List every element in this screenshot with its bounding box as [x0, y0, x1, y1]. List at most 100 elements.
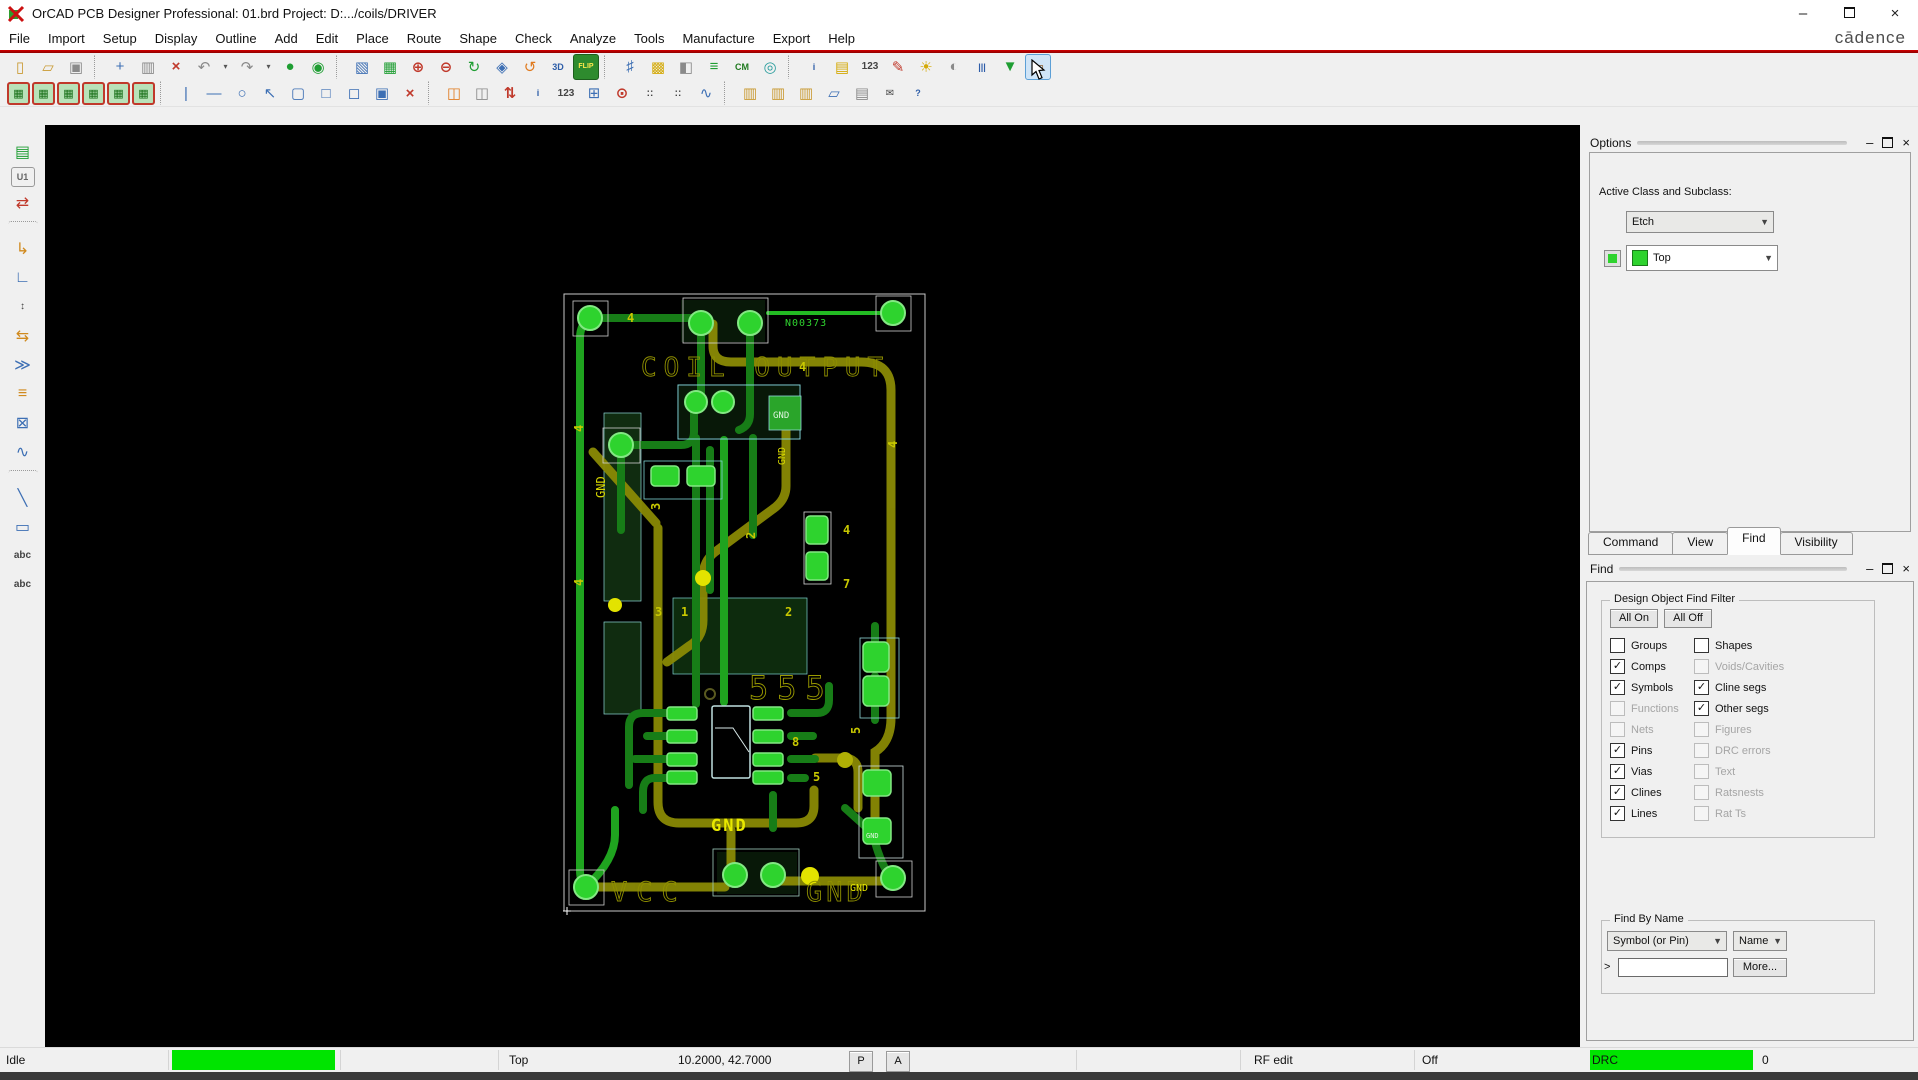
route-connect-button[interactable]: ↳	[9, 235, 37, 262]
add-rect-button[interactable]: □	[313, 80, 339, 106]
show-measure-button[interactable]: i	[525, 80, 551, 106]
filter-funnel-button[interactable]: ▼	[997, 54, 1023, 80]
world-view-button[interactable]: ◎	[757, 54, 783, 80]
minimize-button[interactable]: –	[1780, 0, 1826, 28]
grid-toggle-button[interactable]: ♯	[617, 54, 643, 80]
filter-checkbox-row[interactable]: Groups	[1610, 635, 1679, 656]
filter-checkbox-row[interactable]: ✓ Symbols	[1610, 677, 1679, 698]
checkbox[interactable]: ✓	[1610, 659, 1625, 674]
subclass-combobox[interactable]: Top ▼	[1626, 245, 1778, 271]
pad-edit-button[interactable]: ◫	[469, 80, 495, 106]
meander-button[interactable]: ∿	[9, 438, 37, 465]
filter-checkbox-row[interactable]: ✓ Other segs	[1694, 698, 1784, 719]
array-dots-button[interactable]: ::	[637, 80, 663, 106]
all-off-button[interactable]: All Off	[1664, 609, 1712, 628]
pcb-board[interactable]: N00373 COIL OUTPUT 555 VCC GND GND GND G…	[563, 290, 928, 918]
checkbox[interactable]	[1694, 659, 1709, 674]
menu-item[interactable]: Export	[764, 28, 820, 49]
menu-item[interactable]: Setup	[94, 28, 146, 49]
a-button[interactable]: A	[886, 1051, 910, 1072]
checkbox[interactable]: ✓	[1610, 806, 1625, 821]
shape-edit-button[interactable]: ▦	[32, 81, 55, 105]
menu-item[interactable]: Import	[39, 28, 94, 49]
options-close-button[interactable]: ×	[1902, 136, 1910, 149]
menu-item[interactable]: Analyze	[561, 28, 625, 49]
find-close-button[interactable]: ×	[1902, 562, 1910, 575]
options-restore-button[interactable]	[1882, 137, 1894, 149]
measure-button[interactable]: 123	[857, 54, 883, 80]
cm-table-button[interactable]: CM	[729, 54, 755, 80]
zoom-grid-button[interactable]: ▦	[377, 54, 403, 80]
pin-swap-button[interactable]: ⇆	[9, 322, 37, 349]
copy-window-button[interactable]: ▱	[821, 80, 847, 106]
design-canvas[interactable]: N00373 COIL OUTPUT 555 VCC GND GND GND G…	[45, 125, 1580, 1047]
shape-select-button[interactable]: ▦	[57, 81, 80, 105]
spread-button[interactable]: ⊠	[9, 409, 37, 436]
layer-select-button[interactable]: ≡	[701, 54, 727, 80]
options-minimize-button[interactable]: –	[1866, 136, 1873, 149]
element-info-button[interactable]: ▤	[829, 54, 855, 80]
fix-button[interactable]: ●	[277, 54, 303, 80]
checkbox[interactable]: ✓	[1694, 680, 1709, 695]
checkbox[interactable]	[1610, 722, 1625, 737]
redo-button[interactable]: ↷	[234, 54, 260, 80]
tab-command[interactable]: Command	[1588, 532, 1674, 555]
menu-item[interactable]: Add	[266, 28, 307, 49]
filter-checkbox-row[interactable]: Shapes	[1694, 635, 1784, 656]
subclass-visibility-toggle[interactable]	[1604, 250, 1621, 267]
class-combobox[interactable]: Etch ▼	[1626, 211, 1774, 233]
filter-checkbox-row[interactable]: ✓ Lines	[1610, 803, 1679, 824]
film-record-button[interactable]: ▤	[849, 80, 875, 106]
create-via-button[interactable]: ◫	[441, 80, 467, 106]
redo-dropdown[interactable]: ▾	[262, 54, 275, 80]
fanout-button[interactable]: ≫	[9, 351, 37, 378]
edit-text-button[interactable]: abc	[9, 571, 37, 598]
swap-component-button[interactable]: ⇄	[9, 189, 37, 216]
filter-checkbox-row[interactable]: ✓ Pins	[1610, 740, 1679, 761]
close-button[interactable]: ×	[1872, 0, 1918, 28]
show-element-button[interactable]: i	[801, 54, 827, 80]
assign-number-button[interactable]: 123	[553, 80, 579, 106]
shape-merge-button[interactable]: ▦	[132, 81, 155, 105]
undo-button[interactable]: ↶	[191, 54, 217, 80]
mail-report-button[interactable]: ✉	[877, 80, 903, 106]
view-3d-button[interactable]: 3D	[545, 54, 571, 80]
tab-view[interactable]: View	[1672, 532, 1729, 555]
filter-checkbox-row[interactable]: ✓ Clines	[1610, 782, 1679, 803]
save-button[interactable]: ▣	[63, 54, 89, 80]
checkbox[interactable]	[1694, 743, 1709, 758]
menu-item[interactable]: Check	[506, 28, 561, 49]
open-folder-button[interactable]: ▱	[35, 54, 61, 80]
shape-delete-button[interactable]: ▦	[82, 81, 105, 105]
signal-probe-button[interactable]: ∿	[693, 80, 719, 106]
add-filled-rect-button[interactable]: ▣	[369, 80, 395, 106]
menu-item[interactable]: File	[0, 28, 39, 49]
add-text-button[interactable]: abc	[9, 542, 37, 569]
xsection-button[interactable]: ◧	[673, 54, 699, 80]
zoom-out-button[interactable]: ⊖	[433, 54, 459, 80]
spacing-grid-button[interactable]: ⊞	[581, 80, 607, 106]
checkbox[interactable]: ✓	[1610, 680, 1625, 695]
add-line-segment-button[interactable]: —	[201, 80, 227, 106]
place-manual-button[interactable]: ▥	[737, 80, 763, 106]
checkbox[interactable]	[1610, 701, 1625, 716]
filter-checkbox-row[interactable]: ✓ Cline segs	[1694, 677, 1784, 698]
menu-item[interactable]: Outline	[206, 28, 265, 49]
add-rounded-rect-button[interactable]: ▢	[285, 80, 311, 106]
place-component-button[interactable]: U1	[10, 167, 35, 187]
unrectify-button[interactable]: ↺	[517, 54, 543, 80]
checkbox[interactable]	[1694, 806, 1709, 821]
select-tool-button[interactable]: ↖	[257, 80, 283, 106]
checkbox[interactable]	[1610, 638, 1625, 653]
tab-visibility[interactable]: Visibility	[1779, 532, 1853, 555]
move-button[interactable]: +	[107, 54, 133, 80]
help-button[interactable]: ?	[905, 80, 931, 106]
add-line-button[interactable]: ╲	[9, 484, 37, 511]
add-circle-button[interactable]: ○	[229, 80, 255, 106]
add-frame-rect-button[interactable]: ◻	[341, 80, 367, 106]
array-dots-2-button[interactable]: ::	[665, 80, 691, 106]
shape-void-button[interactable]: ▦	[107, 81, 130, 105]
add-pin-button[interactable]: |	[173, 80, 199, 106]
checkbox[interactable]: ✓	[1694, 701, 1709, 716]
color-dialog-button[interactable]: ▩	[645, 54, 671, 80]
